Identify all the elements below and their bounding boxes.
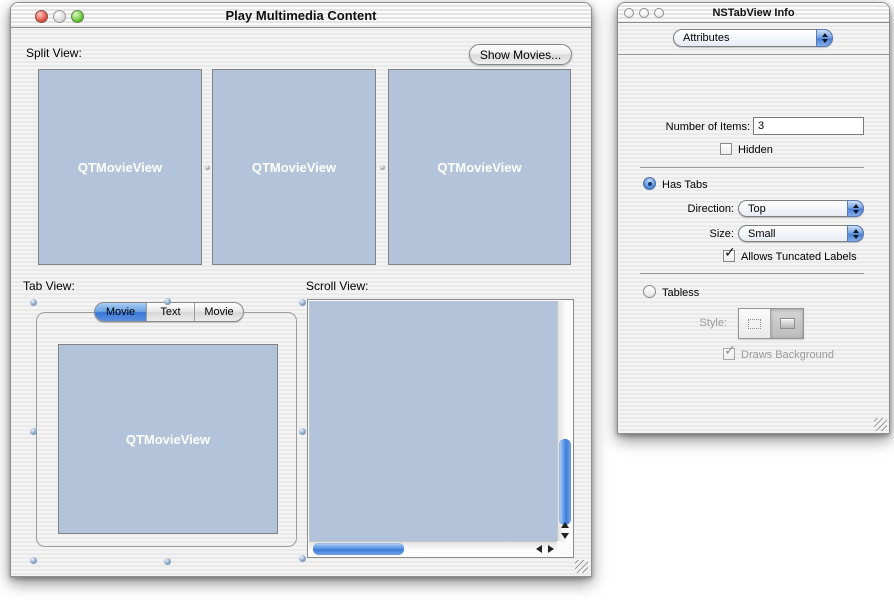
- inspector-window: NSTabView Info Attributes Number of Item…: [617, 2, 890, 434]
- split-view-label: Split View:: [26, 46, 82, 60]
- selection-handle[interactable]: [30, 299, 37, 306]
- split-pane-1[interactable]: QTMovieView: [38, 69, 202, 265]
- has-tabs-label: Has Tabs: [662, 179, 708, 191]
- split-pane-2[interactable]: QTMovieView: [212, 69, 376, 265]
- divider: [640, 167, 864, 168]
- scroll-left-button[interactable]: [533, 542, 545, 556]
- zoom-button[interactable]: [654, 8, 664, 18]
- style-segmented-control: [738, 308, 804, 339]
- bevel-rect-icon: [780, 318, 795, 329]
- checkmark-icon: ✓: [724, 342, 736, 359]
- resize-grip[interactable]: [874, 418, 887, 431]
- down-arrow-icon: [561, 533, 569, 539]
- tab-label: Movie: [204, 306, 233, 318]
- style-bezel-segment: [771, 309, 803, 338]
- zoom-button[interactable]: [71, 10, 84, 23]
- hidden-checkbox-label: Hidden: [738, 144, 773, 156]
- show-movies-button[interactable]: Show Movies...: [469, 44, 572, 65]
- qtmovieview-label: QTMovieView: [252, 160, 336, 175]
- number-of-items-value: 3: [758, 120, 764, 132]
- scroll-view: [307, 299, 574, 558]
- close-button[interactable]: [624, 8, 634, 18]
- selection-handle[interactable]: [30, 428, 37, 435]
- size-popup-value: Small: [748, 228, 776, 240]
- draws-background-checkbox: ✓: [723, 348, 735, 360]
- horizontal-scrollbar-thumb[interactable]: [313, 543, 404, 555]
- split-pane-3[interactable]: QTMovieView: [388, 69, 571, 265]
- popup-stepper-icon: [847, 200, 864, 217]
- tab-text[interactable]: Text: [147, 303, 195, 321]
- tab-movie-2[interactable]: Movie: [195, 303, 243, 321]
- horizontal-scrollbar[interactable]: [309, 541, 557, 556]
- hidden-checkbox[interactable]: [720, 143, 732, 155]
- show-movies-button-label: Show Movies...: [480, 48, 561, 62]
- qtmovieview-label: QTMovieView: [437, 160, 521, 175]
- selection-handle[interactable]: [299, 428, 306, 435]
- inspector-titlebar[interactable]: NSTabView Info: [618, 3, 889, 23]
- tab-view-label: Tab View:: [23, 279, 75, 293]
- tab-movie-1[interactable]: Movie: [95, 303, 147, 321]
- style-tabless-segment: [739, 309, 771, 338]
- divider: [640, 273, 864, 274]
- scroll-right-button[interactable]: [545, 542, 557, 556]
- allows-truncated-label: Allows Tuncated Labels: [741, 251, 857, 263]
- resize-grip[interactable]: [575, 560, 588, 573]
- style-label: Style:: [628, 317, 727, 329]
- number-of-items-field[interactable]: 3: [753, 117, 864, 135]
- scrollbar-corner: [557, 541, 572, 556]
- popup-stepper-icon: [816, 29, 833, 47]
- size-popup[interactable]: Small: [738, 225, 864, 242]
- checkmark-icon: ✓: [724, 244, 736, 261]
- minimize-button[interactable]: [639, 8, 649, 18]
- tab-bar: Movie Text Movie: [94, 302, 244, 322]
- scroll-up-button[interactable]: [558, 519, 572, 530]
- qtmovieview-label: QTMovieView: [126, 432, 210, 447]
- draws-background-label: Draws Background: [741, 349, 834, 361]
- split-divider-dimple-icon[interactable]: [380, 165, 385, 170]
- vertical-scrollbar-thumb[interactable]: [559, 439, 571, 525]
- up-arrow-icon: [561, 522, 569, 528]
- scroll-view-label: Scroll View:: [306, 279, 368, 293]
- window-title: Play Multimedia Content: [226, 8, 377, 23]
- size-label: Size:: [628, 228, 734, 240]
- allows-truncated-checkbox[interactable]: ✓: [723, 250, 735, 262]
- tab-content-movie-view[interactable]: QTMovieView: [58, 344, 278, 534]
- minimize-button[interactable]: [53, 10, 66, 23]
- right-arrow-icon: [548, 545, 554, 553]
- scroll-down-button[interactable]: [558, 530, 572, 541]
- main-window-titlebar[interactable]: Play Multimedia Content: [11, 3, 591, 28]
- main-window: Play Multimedia Content Split View: Show…: [10, 2, 592, 577]
- dotted-rect-icon: [748, 319, 761, 329]
- tab-label: Text: [160, 306, 180, 318]
- close-button[interactable]: [35, 10, 48, 23]
- split-divider-dimple-icon[interactable]: [205, 165, 210, 170]
- popup-stepper-icon: [847, 225, 864, 242]
- tabless-label: Tabless: [662, 287, 699, 299]
- has-tabs-radio[interactable]: [643, 177, 656, 190]
- qtmovieview-label: QTMovieView: [78, 160, 162, 175]
- selection-handle[interactable]: [164, 298, 171, 305]
- selection-handle[interactable]: [164, 558, 171, 565]
- vertical-scrollbar[interactable]: [557, 301, 572, 541]
- pane-popup-value: Attributes: [683, 32, 729, 44]
- direction-popup[interactable]: Top: [738, 200, 864, 217]
- tab-label: Movie: [106, 306, 135, 318]
- left-arrow-icon: [536, 545, 542, 553]
- scroll-view-content[interactable]: [309, 301, 557, 541]
- selection-handle[interactable]: [30, 557, 37, 564]
- number-of-items-label: Number of Items:: [628, 121, 750, 133]
- tabless-radio[interactable]: [643, 285, 656, 298]
- direction-label: Direction:: [628, 203, 734, 215]
- selection-handle[interactable]: [299, 299, 306, 306]
- selection-handle[interactable]: [299, 555, 306, 562]
- inspector-title: NSTabView Info: [712, 7, 794, 19]
- divider: [618, 54, 889, 55]
- direction-popup-value: Top: [748, 203, 766, 215]
- inspector-pane-popup[interactable]: Attributes: [673, 29, 833, 47]
